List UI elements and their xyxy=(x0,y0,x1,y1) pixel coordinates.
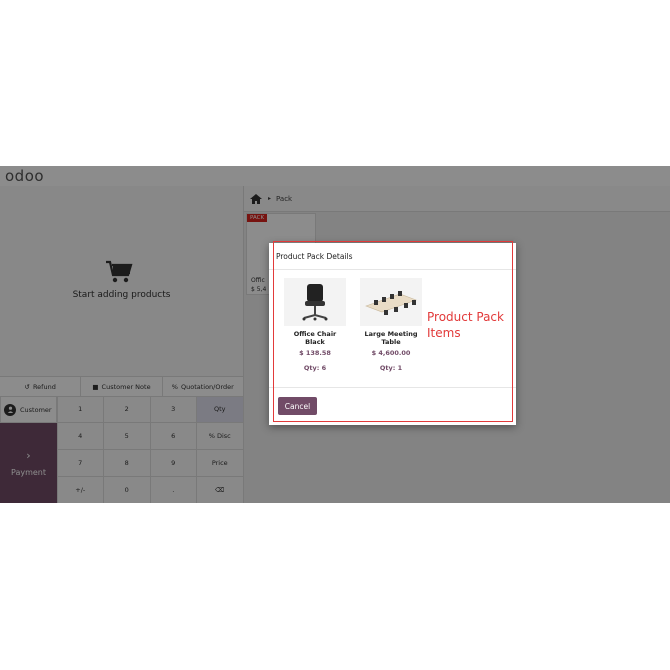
dialog-title: Product Pack Details xyxy=(276,252,353,261)
pack-item-price: $ 4,600.00 xyxy=(371,349,411,357)
pack-item-name: Office Chair Black xyxy=(293,330,337,346)
pack-item-name: Large Meeting Table xyxy=(364,330,418,346)
cancel-button[interactable]: Cancel xyxy=(278,397,317,415)
dialog-header-divider xyxy=(269,269,516,270)
pack-items-annotation: Product Pack Items xyxy=(427,310,504,340)
pack-item: Office Chair Black $ 138.58 Qty: 6 xyxy=(283,278,347,372)
product-pack-dialog: Product Pack Details Office Chair Black … xyxy=(269,243,516,425)
pack-item: Large Meeting Table $ 4,600.00 Qty: 1 xyxy=(359,278,423,372)
pack-item-qty: Qty: 6 xyxy=(303,364,327,372)
dialog-footer-divider xyxy=(269,387,516,388)
meeting-table-image xyxy=(360,278,422,326)
pack-item-qty: Qty: 1 xyxy=(379,364,403,372)
office-chair-image xyxy=(284,278,346,326)
pack-item-price: $ 138.58 xyxy=(299,349,331,357)
